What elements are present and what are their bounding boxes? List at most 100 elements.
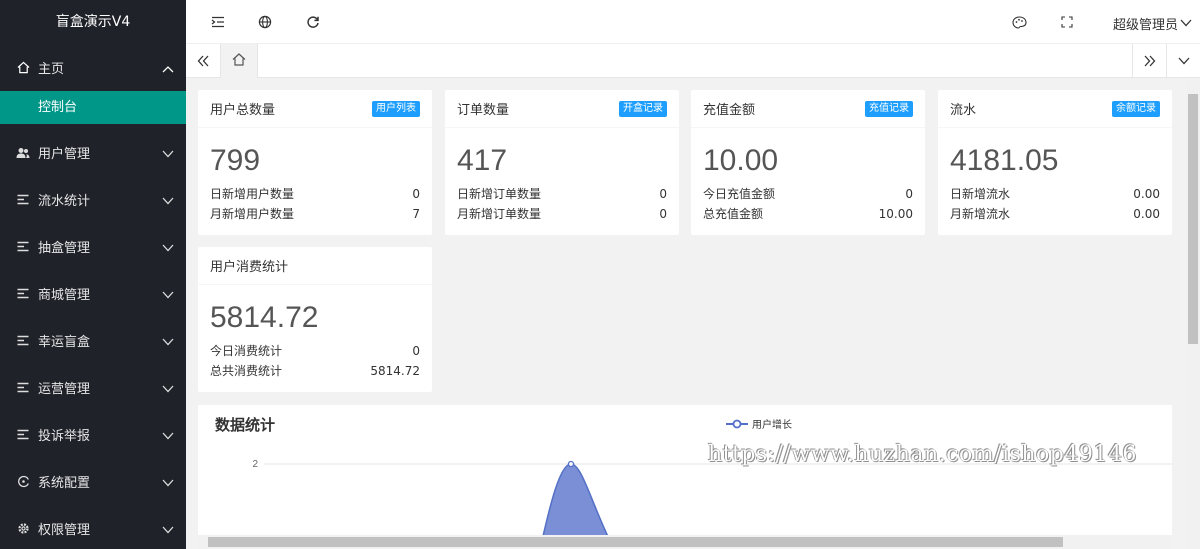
card-row: 月新增用户数量 7 [198, 204, 432, 224]
series-area [540, 463, 614, 546]
card-row-label: 今日充值金额 [703, 187, 776, 201]
sidebar-item-label: 主页 [38, 62, 65, 77]
sidebar-item-label: 系统配置 [38, 476, 91, 491]
card-row-value: 0 [412, 187, 420, 201]
card-row-label: 日新增用户数量 [210, 187, 295, 201]
sidebar-item-1[interactable]: 用户管理 [0, 129, 186, 176]
card-title: 用户总数量 [210, 103, 276, 118]
sidebar-item-2[interactable]: 流水统计 [0, 176, 186, 223]
tabs-menu-chevron-down-icon[interactable] [1166, 44, 1200, 78]
app-title: 盲盒演示V4 [0, 0, 186, 44]
fullscreen-icon[interactable] [1057, 12, 1077, 32]
stat-card: 流水 余额记录 4181.05 日新增流水 0.00 月新增流水 0.00 [938, 90, 1172, 235]
card-row-value: 10.00 [878, 207, 913, 221]
vertical-scrollbar[interactable] [1186, 78, 1200, 549]
list-icon [16, 381, 30, 395]
refresh-icon[interactable] [303, 12, 323, 32]
card-value: 10.00 [703, 144, 779, 177]
theme-icon[interactable] [1009, 12, 1029, 32]
sidebar-item-label: 投诉举报 [38, 429, 91, 444]
card-row: 日新增订单数量 0 [445, 184, 679, 204]
card-row-value: 0.00 [1133, 187, 1160, 201]
card-row-label: 今日消费统计 [210, 344, 283, 358]
card-header: 流水 余额记录 [938, 90, 1172, 128]
home-icon [232, 52, 246, 70]
sidebar-item-home[interactable]: 主页 [0, 44, 186, 91]
sidebar-item-6[interactable]: 运营管理 [0, 364, 186, 411]
card-header: 订单数量 开盒记录 [445, 90, 679, 128]
sidebar-item-label: 抽盒管理 [38, 241, 91, 256]
card-header: 用户总数量 用户列表 [198, 90, 432, 128]
card-row-value: 0 [659, 207, 667, 221]
tabs-scroll-left-icon[interactable] [186, 44, 220, 78]
stat-card: 充值金额 充值记录 10.00 今日充值金额 0 总充值金额 10.00 [691, 90, 925, 235]
tabs-bar [186, 44, 1200, 78]
chevron-up-icon [162, 62, 174, 77]
settings-icon [16, 475, 30, 489]
sidebar-item-label: 流水统计 [38, 194, 91, 209]
sidebar-item-label: 权限管理 [38, 523, 91, 538]
card-row-value: 5814.72 [370, 364, 420, 378]
sidebar-item-label: 幸运盲盒 [38, 335, 91, 350]
sidebar-item-5[interactable]: 幸运盲盒 [0, 317, 186, 364]
globe-icon[interactable] [255, 12, 275, 32]
card-row-label: 月新增流水 [950, 207, 1011, 221]
watermark: https://www.huzhan.com/ishop49146 [708, 442, 1137, 467]
sidebar-item-8[interactable]: 系统配置 [0, 458, 186, 505]
sidebar-item-7[interactable]: 投诉举报 [0, 411, 186, 458]
menu-toggle-icon[interactable] [208, 12, 228, 32]
vertical-scrollbar-thumb[interactable] [1188, 94, 1198, 344]
stat-card: 订单数量 开盒记录 417 日新增订单数量 0 月新增订单数量 0 [445, 90, 679, 235]
card-title: 流水 [950, 103, 977, 118]
list-icon [16, 428, 30, 442]
card-header: 充值金额 充值记录 [691, 90, 925, 128]
card-row: 总共消费统计 5814.72 [198, 361, 432, 381]
tab-home[interactable] [220, 44, 258, 78]
users-icon [16, 146, 30, 160]
y-tick-label: 2 [252, 459, 258, 470]
card-row: 月新增流水 0.00 [938, 204, 1172, 224]
card-value: 799 [210, 144, 261, 177]
card-row-value: 0 [412, 344, 420, 358]
sidebar: 盲盒演示V4 主页 控制台 用户管理流水统计抽盒管理商城管理幸运盲盒运营管理投诉… [0, 0, 186, 549]
horizontal-scrollbar[interactable] [198, 535, 1172, 549]
sidebar-item-4[interactable]: 商城管理 [0, 270, 186, 317]
card-row: 今日充值金额 0 [691, 184, 925, 204]
top-header: 超级管理员 [186, 0, 1200, 44]
card-link-badge[interactable]: 用户列表 [372, 100, 420, 117]
card-row: 日新增用户数量 0 [198, 184, 432, 204]
card-row-value: 0.00 [1133, 207, 1160, 221]
stat-card: 用户总数量 用户列表 799 日新增用户数量 0 月新增用户数量 7 [198, 90, 432, 235]
card-row-value: 0 [659, 187, 667, 201]
chevron-down-icon [162, 194, 174, 209]
list-icon [16, 287, 30, 301]
gear-icon [16, 522, 30, 536]
stat-card: 用户消费统计 5814.72 今日消费统计 0 总共消费统计 5814.72 [198, 247, 432, 392]
card-link-badge[interactable]: 余额记录 [1112, 100, 1160, 117]
admin-menu[interactable]: 超级管理员 [1113, 14, 1192, 33]
horizontal-scrollbar-thumb[interactable] [208, 537, 1063, 547]
card-link-badge[interactable]: 充值记录 [865, 100, 913, 117]
sidebar-item-9[interactable]: 权限管理 [0, 505, 186, 549]
series-point[interactable] [567, 460, 575, 468]
chevron-down-icon [162, 523, 174, 538]
card-row-label: 日新增流水 [950, 187, 1011, 201]
card-row: 总充值金额 10.00 [691, 204, 925, 224]
sidebar-item-console[interactable]: 控制台 [0, 91, 186, 124]
card-value: 4181.05 [950, 144, 1059, 177]
admin-label: 超级管理员 [1112, 18, 1178, 33]
tabs-scroll-right-icon[interactable] [1132, 44, 1166, 78]
chart-area: 2 [252, 459, 1172, 546]
card-value: 417 [457, 144, 508, 177]
data-stats-panel: 数据统计 用户增长 2 [198, 405, 1172, 549]
chevron-down-icon [162, 429, 174, 444]
main-content: 用户总数量 用户列表 799 日新增用户数量 0 月新增用户数量 7 订单数量 开盒记录 417 日… [186, 78, 1186, 549]
card-value: 5814.72 [210, 301, 319, 334]
card-row-value: 0 [905, 187, 913, 201]
card-row: 月新增订单数量 0 [445, 204, 679, 224]
card-link-badge[interactable]: 开盒记录 [619, 100, 667, 117]
list-icon [16, 193, 30, 207]
sidebar-item-3[interactable]: 抽盒管理 [0, 223, 186, 270]
chevron-down-icon [162, 335, 174, 350]
sidebar-item-label: 运营管理 [38, 382, 91, 397]
